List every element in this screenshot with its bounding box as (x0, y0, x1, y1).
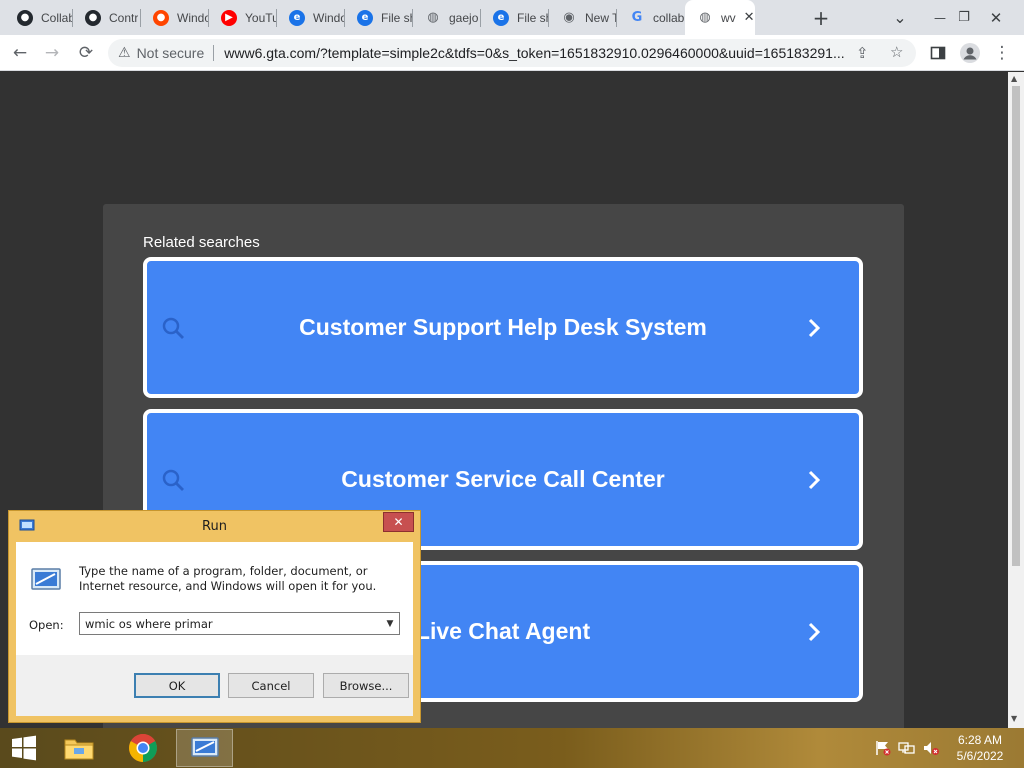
window-close-icon[interactable]: ✕ (982, 0, 1010, 35)
menu-kebab-icon[interactable]: ⋮ (988, 39, 1016, 67)
edge-icon: e (357, 9, 373, 26)
chevron-right-icon (808, 470, 821, 489)
card-label: Customer Service Call Center (341, 466, 665, 492)
run-icon (190, 737, 219, 757)
tab-title: Windo (177, 10, 209, 25)
browser-tab[interactable]: ● Windo (141, 0, 209, 35)
taskbar-file-explorer[interactable] (50, 729, 107, 767)
scroll-down-icon[interactable]: ▼ (1011, 714, 1017, 723)
tab-strip: ● Collab ● Contr ● Windo ▶ YouTu e Windo e File sh ◍… (0, 0, 1024, 35)
cancel-button[interactable]: Cancel (228, 673, 314, 698)
browser-tab[interactable]: Gcollab (617, 0, 685, 35)
address-bar[interactable]: ⚠ Not secure www6.gta.com/?template=simp… (108, 39, 916, 67)
search-icon (162, 317, 184, 339)
run-title: Run (202, 519, 227, 534)
tab-title: wv (721, 10, 736, 25)
open-label: Open: (29, 618, 64, 632)
run-client-area: Type the name of a program, folder, docu… (16, 542, 413, 716)
open-input[interactable] (80, 613, 380, 634)
share-icon[interactable]: ⇪ (856, 44, 869, 62)
bookmark-star-icon[interactable]: ☆ (890, 43, 903, 61)
start-button[interactable] (0, 728, 48, 768)
related-search-card[interactable]: Customer Support Help Desk System (143, 257, 863, 398)
search-icon (162, 469, 184, 491)
taskbar-chrome[interactable] (114, 729, 171, 767)
github-icon: ● (17, 9, 33, 26)
globe-icon: ◍ (699, 10, 711, 25)
chevron-down-icon[interactable]: ▼ (383, 613, 397, 634)
chevron-right-icon (808, 622, 821, 641)
tab-title: Windo (313, 10, 345, 25)
url-text[interactable]: www6.gta.com/?template=simple2c&tdfs=0&s… (224, 45, 849, 61)
page-scrollbar[interactable]: ▲ ▼ (1008, 72, 1024, 728)
profile-avatar-icon[interactable] (956, 39, 984, 67)
github-icon: ● (85, 9, 101, 26)
back-icon[interactable]: ← (6, 39, 34, 67)
windows-logo-icon (12, 735, 36, 761)
scroll-up-icon[interactable]: ▲ (1011, 74, 1017, 83)
tab-title: YouTu (245, 10, 277, 25)
browser-tab[interactable]: e Windo (277, 0, 345, 35)
tab-title: Contr (109, 10, 139, 25)
browser-tab[interactable]: ● Contr (73, 0, 141, 35)
tab-title: File sh (517, 10, 549, 25)
tab-title: File sh (381, 10, 413, 25)
run-dialog: Run ✕ Type the name of a program, folder… (8, 510, 421, 723)
browser-tab[interactable]: e File sh (481, 0, 549, 35)
globe-icon: ◍ (427, 10, 439, 25)
chrome-icon: ◉ (563, 10, 575, 25)
open-combobox[interactable]: ▼ (79, 612, 400, 635)
edge-icon: e (493, 9, 509, 26)
side-panel-icon[interactable] (924, 39, 952, 67)
reload-icon[interactable]: ⟳ (72, 39, 100, 67)
run-content-area: Type the name of a program, folder, docu… (16, 542, 413, 655)
card-label: Customer Support Help Desk System (299, 314, 707, 340)
forward-icon[interactable]: → (38, 39, 66, 67)
run-program-icon (29, 567, 63, 598)
browser-tab[interactable]: ● Collab (5, 0, 73, 35)
network-icon[interactable] (898, 740, 916, 756)
run-description: Type the name of a program, folder, docu… (79, 564, 377, 593)
google-icon: G (631, 10, 643, 25)
chevron-right-icon (808, 318, 821, 337)
ok-button[interactable]: OK (134, 673, 220, 698)
warning-icon[interactable]: ⚠ (118, 45, 131, 61)
taskbar: 6:28 AM 5/6/2022 (0, 728, 1024, 768)
reddit-icon: ● (153, 9, 169, 26)
tab-title: collab (653, 10, 685, 25)
new-tab-button[interactable]: + (808, 0, 834, 35)
scroll-thumb[interactable] (1012, 86, 1020, 566)
omnibox-divider (213, 45, 215, 61)
tab-search-icon[interactable]: ⌄ (886, 0, 914, 35)
browser-tab[interactable]: e File sh (345, 0, 413, 35)
run-titlebar[interactable]: Run ✕ (9, 511, 420, 542)
browser-tab[interactable]: ▶ YouTu (209, 0, 277, 35)
browser-tab[interactable]: ◍ gaejo (413, 0, 481, 35)
close-icon[interactable]: ✕ (383, 512, 414, 532)
tab-title: Collab (41, 10, 73, 25)
taskbar-run[interactable] (176, 729, 233, 767)
edge-icon: e (289, 9, 305, 26)
taskbar-clock[interactable]: 6:28 AM 5/6/2022 (944, 732, 1016, 764)
folder-icon (64, 739, 93, 760)
clock-time: 6:28 AM (957, 733, 1003, 747)
volume-muted-icon[interactable] (922, 740, 940, 756)
youtube-icon: ▶ (221, 9, 237, 26)
clock-date: 5/6/2022 (956, 749, 1004, 763)
close-tab-icon[interactable]: ✕ (744, 10, 755, 25)
restore-icon[interactable]: ❐ (950, 0, 978, 35)
action-center-flag-icon[interactable] (874, 740, 892, 756)
security-label[interactable]: Not secure (137, 45, 205, 61)
card-label: Live Chat Agent (415, 618, 591, 644)
chrome-icon (128, 734, 157, 762)
browser-toolbar: ← → ⟳ ⚠ Not secure www6.gta.com/?templat… (0, 35, 1024, 71)
related-searches-title: Related searches (143, 234, 260, 251)
browse-button[interactable]: Browse... (323, 673, 409, 698)
tab-title: New T (585, 10, 617, 25)
browser-tab[interactable]: ◍ wv ✕ (685, 0, 755, 35)
browser-tab[interactable]: ◉ New T (549, 0, 617, 35)
tab-title: gaejo (449, 10, 479, 25)
